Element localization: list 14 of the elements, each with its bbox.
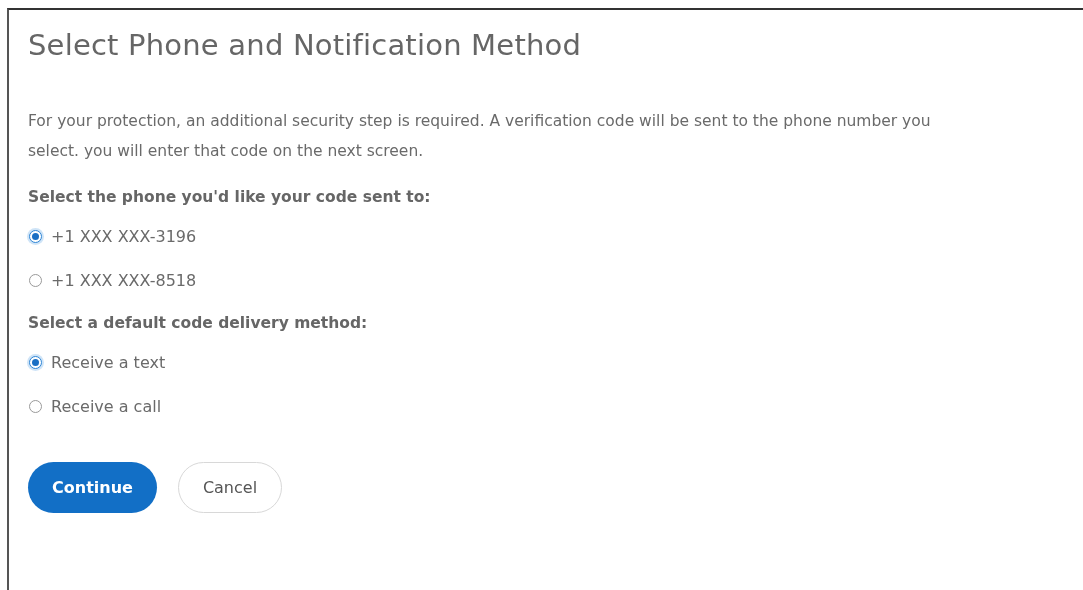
group-label: Select the phone you'd like your code sent to:	[28, 187, 432, 208]
radio-label[interactable]: +1 XXX XXX-8518	[51, 270, 197, 290]
radio-button[interactable]	[29, 399, 42, 413]
radio-button[interactable]	[29, 229, 42, 243]
radio-label[interactable]: +1 XXX XXX-3196	[51, 226, 197, 246]
description-text: For your protection, an additional security step is required. A verification code will be sent to the phone number you select. you will enter that code on the next screen.	[28, 111, 932, 162]
radio-button[interactable]	[29, 355, 42, 369]
continue-button[interactable]: Continue	[28, 462, 157, 513]
radio-label[interactable]: Receive a call	[51, 396, 162, 416]
page-title: Select Phone and Notification Method	[28, 28, 583, 62]
radio-label[interactable]: Receive a text	[51, 352, 166, 372]
group-label: Select a default code delivery method:	[28, 313, 369, 334]
radio-button[interactable]	[29, 273, 42, 287]
cancel-button[interactable]: Cancel	[177, 462, 283, 513]
